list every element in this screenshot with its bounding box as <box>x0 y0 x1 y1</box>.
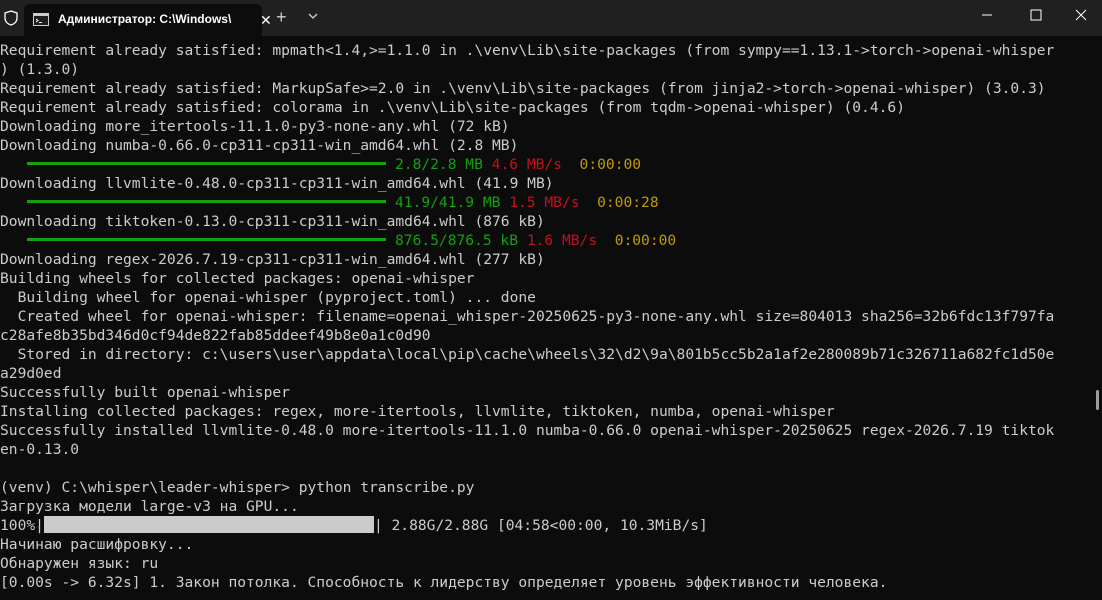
download-progress: 2.8/2.8 MB 4.6 MB/s 0:00:00 <box>0 155 1094 174</box>
terminal-icon <box>33 13 49 26</box>
title-bar: Администратор: C:\Windows\ ✕ + <box>0 0 1102 36</box>
output-line: Downloading llvmlite-0.48.0-cp311-cp311-… <box>0 175 554 192</box>
chevron-down-icon[interactable] <box>306 9 320 23</box>
progress-size: 41.9/41.9 MB <box>395 194 501 211</box>
output-line: Successfully installed llvmlite-0.48.0 m… <box>0 422 1055 439</box>
download-progress: 41.9/41.9 MB 1.5 MB/s 0:00:28 <box>0 193 1094 212</box>
close-icon[interactable]: ✕ <box>260 12 272 29</box>
progress-bar <box>27 199 386 203</box>
terminal-output[interactable]: Requirement already satisfied: mpmath<1.… <box>0 41 1094 600</box>
progress-eta: 0:00:00 <box>614 232 677 249</box>
progress-bar <box>27 161 386 165</box>
output-line: Downloading numba-0.66.0-cp311-cp311-win… <box>0 137 519 154</box>
tab-administrator[interactable]: Администратор: C:\Windows\ ✕ <box>24 4 272 36</box>
output-line: Building wheels for collected packages: … <box>0 270 475 287</box>
transcript-line: [0.00s -> 6.32s] 1. Закон потолка. Спосо… <box>0 574 888 591</box>
model-progress: 100%| | 2.88G/2.88G [04:58<00:00, 10.3MiB… <box>0 515 1094 535</box>
progress-bar <box>27 237 386 241</box>
progress-eta: 0:00:00 <box>579 156 642 173</box>
tab-title: Администратор: C:\Windows\ <box>58 12 232 26</box>
output-line: Successfully built openai-whisper <box>0 384 290 401</box>
progress-stats: | 2.88G/2.88G [04:58<00:00, 10.3MiB/s] <box>373 517 708 534</box>
output-line: Requirement already satisfied: MarkupSaf… <box>0 80 1046 97</box>
output-line: Created wheel for openai-whisper: filena… <box>0 308 1055 325</box>
progress-size: 2.8/2.8 MB <box>395 156 483 173</box>
download-progress: 876.5/876.5 kB 1.6 MB/s 0:00:00 <box>0 231 1094 250</box>
output-line: Обнаружен язык: ru <box>0 555 159 572</box>
output-line: Installing collected packages: regex, mo… <box>0 403 835 420</box>
output-line: Downloading tiktoken-0.13.0-cp311-cp311-… <box>0 213 545 230</box>
output-line: Начинаю расшифровку... <box>0 536 194 553</box>
maximize-icon[interactable] <box>1013 0 1059 30</box>
output-line: Downloading more_itertools-11.1.0-py3-no… <box>0 118 510 135</box>
progress-eta: 0:00:28 <box>597 194 659 211</box>
output-line: Downloading regex-2026.7.19-cp311-cp311-… <box>0 251 545 268</box>
output-line: Building wheel for openai-whisper (pypro… <box>0 289 536 306</box>
output-line: Requirement already satisfied: mpmath<1.… <box>0 42 1055 59</box>
plus-icon[interactable]: + <box>276 7 287 28</box>
progress-speed: 1.5 MB/s <box>509 194 580 211</box>
minimize-icon[interactable] <box>964 0 1010 30</box>
output-line: en-0.13.0 <box>0 441 80 458</box>
shield-icon <box>4 10 18 26</box>
output-line: Загрузка модели large-v3 на GPU... <box>0 498 299 515</box>
output-line: ) (1.3.0) <box>0 61 80 78</box>
progress-percent: 100%| <box>0 517 44 534</box>
progress-speed: 4.6 MB/s <box>491 156 562 173</box>
output-line: a29d0ed <box>0 365 62 382</box>
scrollbar-thumb[interactable] <box>1096 390 1099 410</box>
close-window-icon[interactable] <box>1058 0 1102 30</box>
progress-bar <box>43 515 374 533</box>
progress-size: 876.5/876.5 kB <box>395 232 519 249</box>
output-line: Requirement already satisfied: colorama … <box>0 99 905 116</box>
output-line: Stored in directory: c:\users\user\appda… <box>0 346 1055 363</box>
command-prompt: (venv) C:\whisper\leader-whisper> python… <box>0 479 475 496</box>
progress-speed: 1.6 MB/s <box>526 232 598 249</box>
output-line: c28afe8b35bd346d0cf94de822fab85ddeef49b8… <box>0 327 431 344</box>
